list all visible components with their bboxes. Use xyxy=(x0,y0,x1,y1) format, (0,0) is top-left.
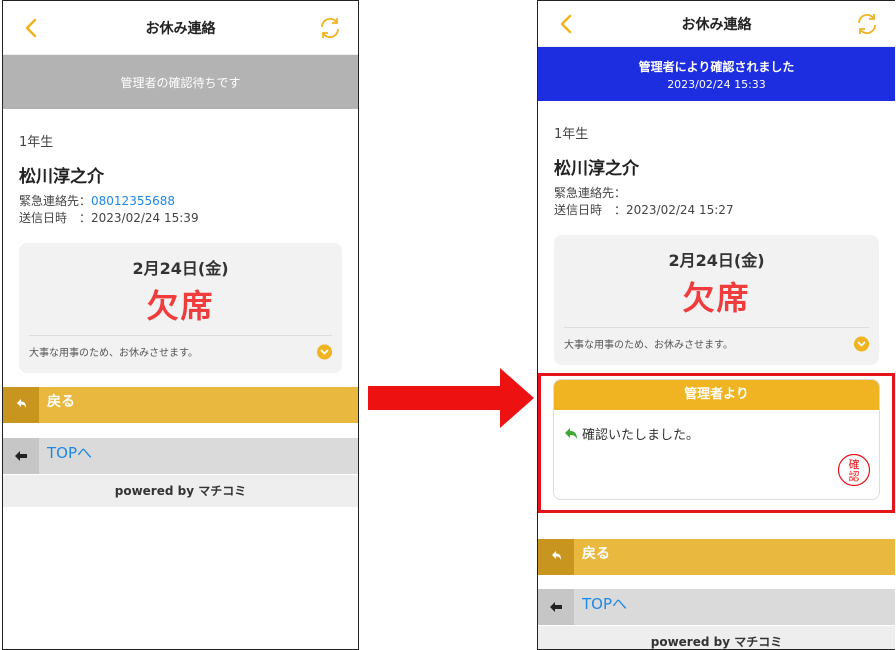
sent-label: 送信日時 ： xyxy=(19,211,92,225)
emergency-label: 緊急連絡先： xyxy=(554,186,627,200)
absence-reason[interactable]: 大事な用事のため、お休みさせます。 xyxy=(564,336,869,351)
emergency-phone-link[interactable]: 08012355688 xyxy=(91,194,175,208)
top-button[interactable]: TOPへ xyxy=(538,589,895,625)
absence-date: 2月24日(金) xyxy=(132,259,229,278)
reason-text: 大事な用事のため、お休みさせます。 xyxy=(564,340,733,351)
seal-char-2: 認 xyxy=(849,469,860,483)
divider xyxy=(29,335,332,336)
arrow-left-icon xyxy=(538,589,574,625)
admin-reply-card: 管理者より 確認いたしました。 確 認 xyxy=(553,379,880,500)
status-text: 管理者により確認されました xyxy=(638,59,795,74)
student-info: 1年生 松川淳之介 緊急連絡先： 送信日時 ：2023/02/24 15:27 xyxy=(538,101,895,219)
status-banner: 管理者の確認待ちです xyxy=(3,55,358,109)
return-icon xyxy=(538,539,574,575)
admin-reply-header: 管理者より xyxy=(554,380,879,410)
absence-card: 2月24日(金) 欠席 大事な用事のため、お休みさせます。 xyxy=(554,235,879,365)
grade-label: 1年生 xyxy=(19,135,54,150)
student-name: 松川淳之介 xyxy=(554,159,639,179)
transition-arrow-icon xyxy=(368,368,534,428)
refresh-icon[interactable] xyxy=(855,12,879,36)
absence-type: 欠席 xyxy=(682,279,751,317)
top-button[interactable]: TOPへ xyxy=(3,438,358,474)
status-banner: 管理者により確認されました 2023/02/24 15:33 xyxy=(538,47,895,101)
contact-meta: 緊急連絡先： 送信日時 ：2023/02/24 15:27 xyxy=(554,185,879,219)
seal-char-1: 確 xyxy=(849,457,860,471)
sent-datetime: 2023/02/24 15:27 xyxy=(626,203,734,217)
absence-date: 2月24日(金) xyxy=(668,251,765,270)
admin-reply-highlight: 管理者より 確認いたしました。 確 認 xyxy=(538,373,895,513)
back-label: 戻る xyxy=(582,546,610,562)
admin-reply-body: 確認いたしました。 確 認 xyxy=(554,410,879,499)
phone-screen-pending: お休み連絡 管理者の確認待ちです 1年生 松川淳之介 緊急連絡先：0801235… xyxy=(2,0,359,650)
refresh-icon[interactable] xyxy=(318,16,342,40)
sent-datetime: 2023/02/24 15:39 xyxy=(91,211,199,225)
confirmed-seal-icon: 確 認 xyxy=(837,453,871,487)
sent-label: 送信日時 ： xyxy=(554,203,627,217)
chevron-down-icon[interactable] xyxy=(854,336,869,351)
emergency-label: 緊急連絡先： xyxy=(19,194,92,208)
reply-arrow-icon xyxy=(565,428,577,439)
page-title: お休み連絡 xyxy=(681,16,752,33)
top-label: TOPへ xyxy=(582,595,628,613)
student-info: 1年生 松川淳之介 緊急連絡先：08012355688 送信日時 ：2023/0… xyxy=(3,109,358,227)
footer-credit: powered by マチコミ xyxy=(538,626,895,649)
back-button[interactable]: 戻る xyxy=(538,539,895,575)
status-time: 2023/02/24 15:33 xyxy=(667,77,766,91)
divider xyxy=(564,327,869,328)
admin-reply-text: 確認いたしました。 xyxy=(582,428,700,443)
back-button[interactable]: 戻る xyxy=(3,387,358,423)
top-label: TOPへ xyxy=(47,444,93,462)
absence-reason[interactable]: 大事な用事のため、お休みさせます。 xyxy=(29,344,332,359)
student-name: 松川淳之介 xyxy=(19,167,104,187)
contact-meta: 緊急連絡先：08012355688 送信日時 ：2023/02/24 15:39 xyxy=(19,193,342,227)
reason-text: 大事な用事のため、お休みさせます。 xyxy=(29,348,198,359)
navbar: お休み連絡 xyxy=(538,1,895,47)
absence-type: 欠席 xyxy=(146,287,215,325)
grade-label: 1年生 xyxy=(554,127,589,142)
chevron-down-icon[interactable] xyxy=(317,344,332,359)
back-label: 戻る xyxy=(47,394,75,410)
navbar: お休み連絡 xyxy=(3,1,358,55)
absence-card: 2月24日(金) 欠席 大事な用事のため、お休みさせます。 xyxy=(19,243,342,373)
page-title: お休み連絡 xyxy=(145,20,216,37)
status-text: 管理者の確認待ちです xyxy=(120,75,241,90)
arrow-left-icon xyxy=(3,438,39,474)
phone-screen-confirmed: お休み連絡 管理者により確認されました 2023/02/24 15:33 1年生… xyxy=(537,0,895,650)
footer-credit: powered by マチコミ xyxy=(3,475,358,507)
return-icon xyxy=(3,387,39,423)
